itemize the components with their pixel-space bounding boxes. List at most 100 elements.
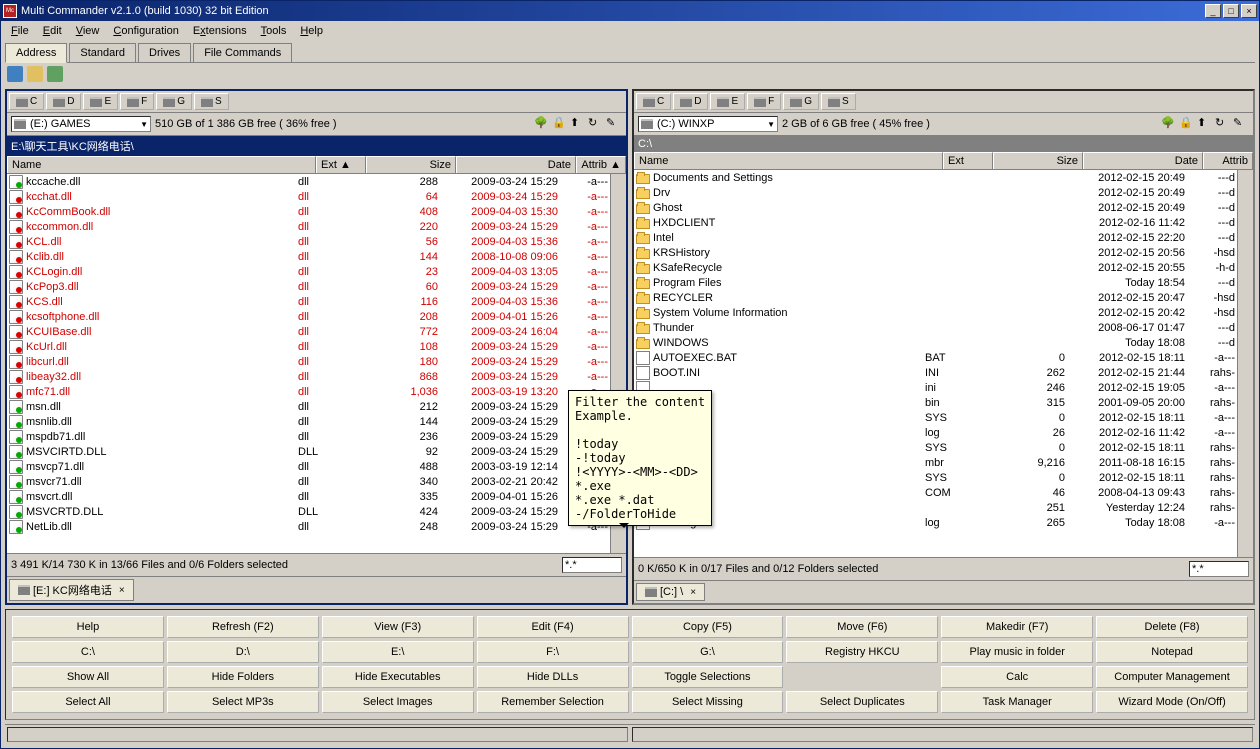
tab-address[interactable]: Address — [5, 43, 67, 63]
fn-button[interactable]: Calc — [941, 666, 1093, 688]
drive-tab-S[interactable]: S — [821, 93, 856, 110]
fn-button[interactable]: Select Missing — [632, 691, 784, 713]
tree-icon[interactable]: 🌳 — [1161, 116, 1177, 132]
fn-button[interactable]: Select Images — [322, 691, 474, 713]
left-panel-tab[interactable]: [E:] KC网络电话 × — [9, 579, 134, 601]
fn-button[interactable]: Toggle Selections — [632, 666, 784, 688]
fn-button[interactable]: G:\ — [632, 641, 784, 663]
tree-icon[interactable]: 🌳 — [534, 116, 550, 132]
up-icon[interactable]: ⬆ — [570, 116, 586, 132]
right-filter-input[interactable] — [1189, 561, 1249, 577]
file-row[interactable]: kccache.dlldll2882009-03-24 15:29-a--- — [7, 174, 610, 189]
fn-button[interactable]: Select All — [12, 691, 164, 713]
file-row[interactable]: Drv2012-02-15 20:49---d — [634, 185, 1237, 200]
file-row[interactable]: Ghost2012-02-15 20:49---d — [634, 200, 1237, 215]
file-row[interactable]: KCL.dlldll562009-04-03 15:36-a--- — [7, 234, 610, 249]
file-row[interactable]: Thunder2008-06-17 01:47---d — [634, 320, 1237, 335]
file-row[interactable]: smss.loglog265Today 18:08-a--- — [634, 515, 1237, 530]
drive-tab-S[interactable]: S — [194, 93, 229, 110]
file-row[interactable]: AUTOEXEC.BATBAT02012-02-15 18:11-a--- — [634, 350, 1237, 365]
fn-button[interactable]: Computer Management — [1096, 666, 1248, 688]
file-row[interactable]: msnlib.dlldll1442009-03-24 15:29-a--- — [7, 414, 610, 429]
fn-button[interactable]: C:\ — [12, 641, 164, 663]
fn-button[interactable]: View (F3) — [322, 616, 474, 638]
tab-file-commands[interactable]: File Commands — [193, 43, 292, 62]
close-tab-icon[interactable]: × — [119, 585, 125, 596]
close-button[interactable]: × — [1241, 4, 1257, 18]
file-row[interactable]: SYS02012-02-15 18:11rahs- — [634, 440, 1237, 455]
col-size[interactable]: Size — [366, 156, 456, 173]
wand-icon[interactable]: ✎ — [606, 116, 622, 132]
file-row[interactable]: BOOT.INIINI2622012-02-15 21:44rahs- — [634, 365, 1237, 380]
col-date[interactable]: Date — [456, 156, 576, 173]
fn-button[interactable]: F:\ — [477, 641, 629, 663]
right-path[interactable]: C:\ — [634, 136, 1253, 152]
left-filter-input[interactable] — [562, 557, 622, 573]
goto-icon[interactable] — [47, 66, 63, 82]
file-row[interactable]: MSVCRTD.DLLDLL4242009-03-24 15:29-a--- — [7, 504, 610, 519]
fn-button[interactable]: Show All — [12, 666, 164, 688]
fn-button[interactable]: Hide Folders — [167, 666, 319, 688]
fn-button[interactable]: Notepad — [1096, 641, 1248, 663]
fn-button[interactable]: Select Duplicates — [786, 691, 938, 713]
fn-button[interactable]: E:\ — [322, 641, 474, 663]
file-row[interactable]: libeay32.dlldll8682009-03-24 15:29-a--- — [7, 369, 610, 384]
file-row[interactable]: kcchat.dlldll642009-03-24 15:29-a--- — [7, 189, 610, 204]
file-row[interactable]: Program FilesToday 18:54---d — [634, 275, 1237, 290]
right-file-list[interactable]: Documents and Settings2012-02-15 20:49--… — [634, 170, 1237, 557]
file-row[interactable]: RECYCLER2012-02-15 20:47-hsd — [634, 290, 1237, 305]
file-row[interactable]: kccommon.dlldll2202009-03-24 15:29-a--- — [7, 219, 610, 234]
file-row[interactable]: KRSHistory2012-02-15 20:56-hsd — [634, 245, 1237, 260]
fn-button[interactable]: Refresh (F2) — [167, 616, 319, 638]
fn-button[interactable]: Hide Executables — [322, 666, 474, 688]
file-row[interactable]: mbr9,2162011-08-18 16:15rahs- — [634, 455, 1237, 470]
titlebar[interactable]: Mc Multi Commander v2.1.0 (build 1030) 3… — [1, 1, 1259, 21]
fn-button[interactable]: Edit (F4) — [477, 616, 629, 638]
file-row[interactable]: kcsoftphone.dlldll2082009-04-01 15:26-a-… — [7, 309, 610, 324]
col-size[interactable]: Size — [993, 152, 1083, 169]
fn-button[interactable]: Play music in folder — [941, 641, 1093, 663]
left-file-list[interactable]: kccache.dlldll2882009-03-24 15:29-a---kc… — [7, 174, 610, 553]
file-row[interactable]: KCUIBase.dlldll7722009-03-24 16:04-a--- — [7, 324, 610, 339]
file-row[interactable]: SYS02012-02-15 18:11rahs- — [634, 470, 1237, 485]
right-panel-tab[interactable]: [C:] \ × — [636, 583, 705, 601]
drive-tab-G[interactable]: G — [156, 93, 192, 110]
drive-tab-F[interactable]: F — [120, 93, 154, 110]
file-row[interactable]: msvcp71.dlldll4882003-03-19 12:14-a--- — [7, 459, 610, 474]
file-row[interactable]: bin3152001-09-05 20:00rahs- — [634, 395, 1237, 410]
drive-tab-C[interactable]: C — [9, 93, 44, 110]
scrollbar[interactable] — [1237, 170, 1253, 557]
col-attr[interactable]: Attrib ▲ — [576, 156, 626, 173]
menu-view[interactable]: View — [70, 23, 106, 39]
right-drive-select[interactable]: (C:) WINXP ▼ — [638, 116, 778, 132]
fn-button[interactable]: Makedir (F7) — [941, 616, 1093, 638]
file-row[interactable]: MSVCIRTD.DLLDLL922009-03-24 15:29-a--- — [7, 444, 610, 459]
file-row[interactable]: NetLib.dlldll2482009-03-24 15:29-a--- — [7, 519, 610, 534]
menu-extensions[interactable]: Extensions — [187, 23, 253, 39]
col-ext[interactable]: Ext ▲ — [316, 156, 366, 173]
drive-tab-E[interactable]: E — [83, 93, 118, 110]
file-row[interactable]: Documents and Settings2012-02-15 20:49--… — [634, 170, 1237, 185]
file-row[interactable]: libcurl.dlldll1802009-03-24 15:29-a--- — [7, 354, 610, 369]
file-row[interactable]: msn.dlldll2122009-03-24 15:29-a--- — [7, 399, 610, 414]
drive-tab-E[interactable]: E — [710, 93, 745, 110]
col-attr[interactable]: Attrib — [1203, 152, 1253, 169]
lock-icon[interactable]: 🔒 — [1179, 116, 1195, 132]
file-row[interactable]: ini2462012-02-15 19:05-a--- — [634, 380, 1237, 395]
file-row[interactable]: KcCommBook.dlldll4082009-04-03 15:30-a--… — [7, 204, 610, 219]
col-name[interactable]: Name — [634, 152, 943, 169]
drive-tab-C[interactable]: C — [636, 93, 671, 110]
file-row[interactable]: CT.COMCOM462008-04-13 09:43rahs- — [634, 485, 1237, 500]
copy-icon[interactable] — [27, 66, 43, 82]
fn-button[interactable]: Wizard Mode (On/Off) — [1096, 691, 1248, 713]
refresh-icon[interactable]: ↻ — [588, 116, 604, 132]
file-row[interactable]: 251Yesterday 12:24rahs- — [634, 500, 1237, 515]
file-row[interactable]: KCLogin.dlldll232009-04-03 13:05-a--- — [7, 264, 610, 279]
back-icon[interactable] — [7, 66, 23, 82]
wand-icon[interactable]: ✎ — [1233, 116, 1249, 132]
minimize-button[interactable]: _ — [1205, 4, 1221, 18]
drive-tab-G[interactable]: G — [783, 93, 819, 110]
refresh-icon[interactable]: ↻ — [1215, 116, 1231, 132]
drive-tab-D[interactable]: D — [46, 93, 81, 110]
menu-file[interactable]: File — [5, 23, 35, 39]
